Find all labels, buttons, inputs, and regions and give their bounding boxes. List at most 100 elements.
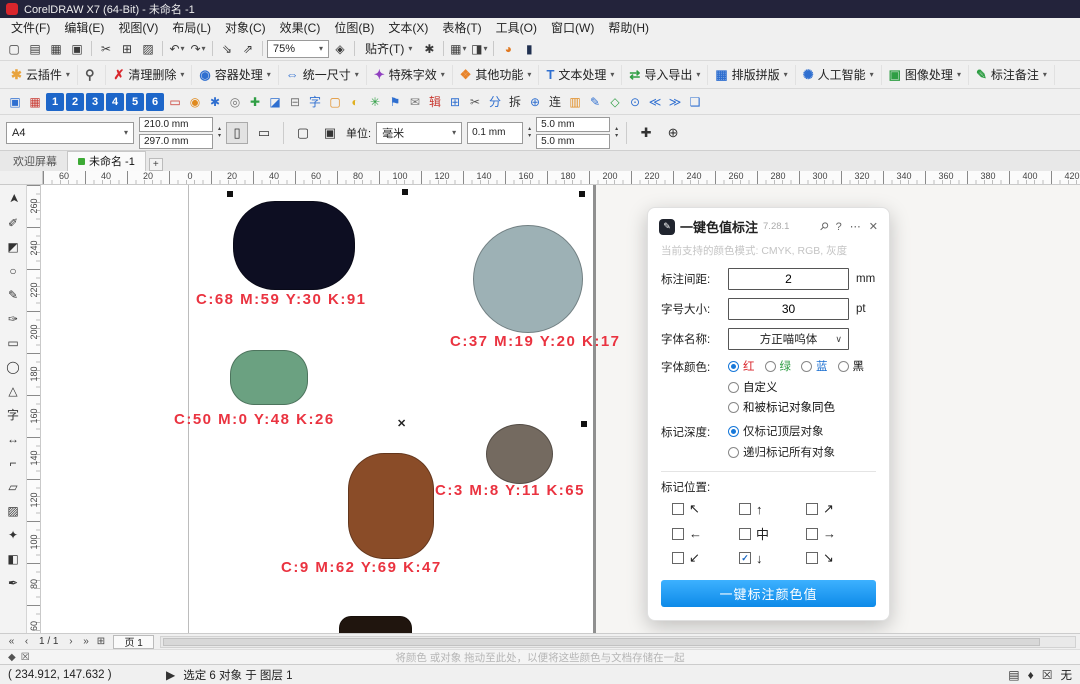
shape-dark-bottom[interactable] — [339, 616, 412, 633]
edit-icon[interactable]: 辑 — [426, 93, 444, 111]
font-name-select[interactable]: 方正喵呜体 ∨ — [728, 328, 849, 350]
checkbox[interactable]: ✓ — [672, 503, 684, 515]
menu-item[interactable]: 对象(C) — [218, 19, 273, 36]
duplicate-distance-y-input[interactable]: 5.0 mm — [536, 133, 611, 149]
cmyk-value-label[interactable]: C:50 M:0 Y:48 K:26 — [174, 411, 335, 428]
radio-button[interactable] — [764, 360, 776, 372]
gear-icon[interactable]: ✱ — [206, 93, 224, 111]
cmyk-value-label[interactable]: C:37 M:19 Y:20 K:17 — [450, 333, 621, 350]
scissors-icon[interactable]: ✂ — [466, 93, 484, 111]
step-down-icon[interactable]: ▾ — [218, 133, 221, 140]
page-size-stepper[interactable]: ▴ ▾ — [218, 126, 221, 140]
page-1-tab[interactable]: 页 1 — [113, 634, 154, 649]
radio-button[interactable] — [728, 401, 739, 413]
print-button[interactable]: ▣ ▾ — [67, 39, 87, 59]
star-icon[interactable]: ✳ — [366, 93, 384, 111]
scrollbar-thumb[interactable] — [162, 637, 1041, 646]
grid-icon[interactable]: ⊞ — [446, 93, 464, 111]
toolbar-button[interactable]: ▾ — [212, 41, 213, 56]
imposition-menu[interactable]: ▦ 排版拼版 ▾ — [708, 64, 796, 85]
facing-pages-button[interactable]: ▣ — [319, 122, 341, 144]
document-palette[interactable]: ◆ ☒ 将颜色 或对象 拖动至此处，以便将这些颜色与文档存储在一起 — [0, 649, 1080, 664]
container-menu[interactable]: ◉ 容器处理 ▾ — [192, 64, 279, 85]
pick-tool[interactable]: ➤ — [3, 188, 24, 209]
text-processing-menu[interactable]: T 文本处理 ▾ — [539, 64, 623, 85]
shape-brown[interactable] — [348, 453, 434, 559]
cloud-plugin-menu[interactable]: ✱ 云插件 ▾ — [4, 64, 78, 85]
horizontal-ruler[interactable]: 60 40 20 0 20 40 60 80 100 120 140 160 180 200 220 240 2… — [0, 171, 1080, 185]
checkbox[interactable]: ✓ — [739, 527, 751, 540]
interactive-fill-tool[interactable]: ◧ — [3, 548, 24, 569]
undo-button[interactable]: ↶ ▾ — [167, 39, 187, 59]
transparency-tool[interactable]: ▨ — [3, 500, 24, 521]
radio-button[interactable] — [728, 446, 739, 458]
menu-item[interactable]: 文件(F) — [4, 19, 57, 36]
radio-button[interactable] — [801, 360, 812, 372]
drop-shadow-tool[interactable]: ▱ — [3, 476, 24, 497]
mark-depth-option[interactable]: 递归标记所有对象 — [728, 444, 876, 460]
link-icon[interactable]: ⊕ — [526, 93, 544, 111]
toolbar-button[interactable]: ▾ — [443, 41, 445, 56]
next-page-button[interactable]: › — [64, 636, 77, 647]
outline-swatch[interactable]: ☒ — [1042, 668, 1053, 682]
text-icon[interactable]: 字 — [306, 93, 324, 111]
radio-button[interactable] — [837, 360, 849, 372]
menu-item[interactable]: 帮助(H) — [601, 19, 656, 36]
crop-tool[interactable]: ◩ — [3, 236, 24, 257]
menu-item[interactable]: 视图(V) — [111, 19, 165, 36]
nudge-distance-input[interactable]: 0.1 mm — [467, 121, 524, 144]
polygon-tool[interactable]: △ — [3, 380, 24, 401]
menu-item[interactable]: 工具(O) — [489, 19, 544, 36]
eye-icon[interactable]: ⊙ — [626, 93, 644, 111]
shape-green[interactable] — [230, 350, 308, 405]
position-option[interactable]: ✓ ↘ — [806, 550, 865, 566]
more-icon[interactable]: ⋯ — [850, 220, 861, 233]
shape-gray-circle[interactable] — [486, 424, 553, 484]
circle-tool-icon[interactable]: ◉ — [186, 93, 204, 111]
duplicate-distance-x-input[interactable]: 5.0 mm — [536, 116, 611, 132]
selection-handle[interactable] — [579, 191, 585, 197]
checkbox[interactable]: ✓ — [806, 527, 818, 540]
checkbox[interactable]: ✓ — [806, 552, 818, 564]
hints-book-icon[interactable]: ▮ ▾ — [519, 39, 539, 59]
text-tool[interactable]: 字 — [3, 404, 24, 425]
menu-item[interactable]: 布局(L) — [165, 19, 218, 36]
minus-icon[interactable]: ⊟ — [286, 93, 304, 111]
ruler-origin[interactable] — [0, 171, 43, 184]
half-circle-icon[interactable]: ◐ — [346, 93, 364, 111]
save-button[interactable]: ▦ ▾ — [46, 39, 66, 59]
open-button[interactable]: ▤ ▾ — [25, 39, 45, 59]
preset-4-button[interactable]: 4 — [106, 92, 124, 111]
import-button[interactable]: ⇘ ▾ — [217, 39, 237, 59]
menu-item[interactable]: 文本(X) — [381, 19, 435, 36]
workspace-button[interactable]: ◨ ▾ — [469, 39, 489, 59]
toolbar-button[interactable]: ▾ — [354, 41, 355, 56]
position-option[interactable]: ✓ ↗ — [806, 501, 865, 517]
preset-6-button[interactable]: 6 — [146, 92, 164, 111]
checkbox[interactable]: ✓ — [672, 552, 684, 564]
unify-size-menu[interactable]: ⇔ 统一尺寸 ▾ — [279, 64, 367, 85]
export-button[interactable]: ⇗ ▾ — [238, 39, 258, 59]
copy-button[interactable]: ⊞ ▾ — [117, 39, 137, 59]
position-option[interactable]: ✓ ↙ — [672, 550, 731, 566]
other-functions-menu[interactable]: ❖ 其他功能 ▾ — [453, 64, 540, 85]
redo-button[interactable]: ↷ ▾ — [188, 39, 208, 59]
ellipse-tool[interactable]: ◯ — [3, 356, 24, 377]
menu-item[interactable]: 编辑(E) — [57, 19, 111, 36]
outline-pen-tool[interactable]: ✒ — [3, 572, 24, 593]
step-down-icon[interactable]: ▾ — [528, 133, 531, 140]
preset-2-button[interactable]: 2 — [66, 92, 84, 111]
radio-button[interactable] — [728, 381, 739, 393]
paste-button[interactable]: ▨ ▾ — [138, 39, 158, 59]
cleanup-delete-menu[interactable]: ✗ 清理删除 ▾ — [106, 64, 193, 85]
step-up-icon[interactable]: ▴ — [218, 126, 221, 133]
font-size-input[interactable] — [728, 298, 849, 320]
image-processing-menu[interactable]: ▣ 图像处理 ▾ — [882, 64, 969, 85]
back-icon[interactable]: ≪ — [646, 93, 664, 111]
menu-item[interactable]: 表格(T) — [435, 19, 488, 36]
all-pages-button[interactable]: ▢ — [292, 122, 314, 144]
portrait-button[interactable]: ▯ — [226, 121, 249, 144]
play-icon[interactable]: ▶ — [166, 668, 175, 682]
target-icon[interactable]: ◎ — [226, 93, 244, 111]
window-icon[interactable]: ❑ — [686, 93, 704, 111]
